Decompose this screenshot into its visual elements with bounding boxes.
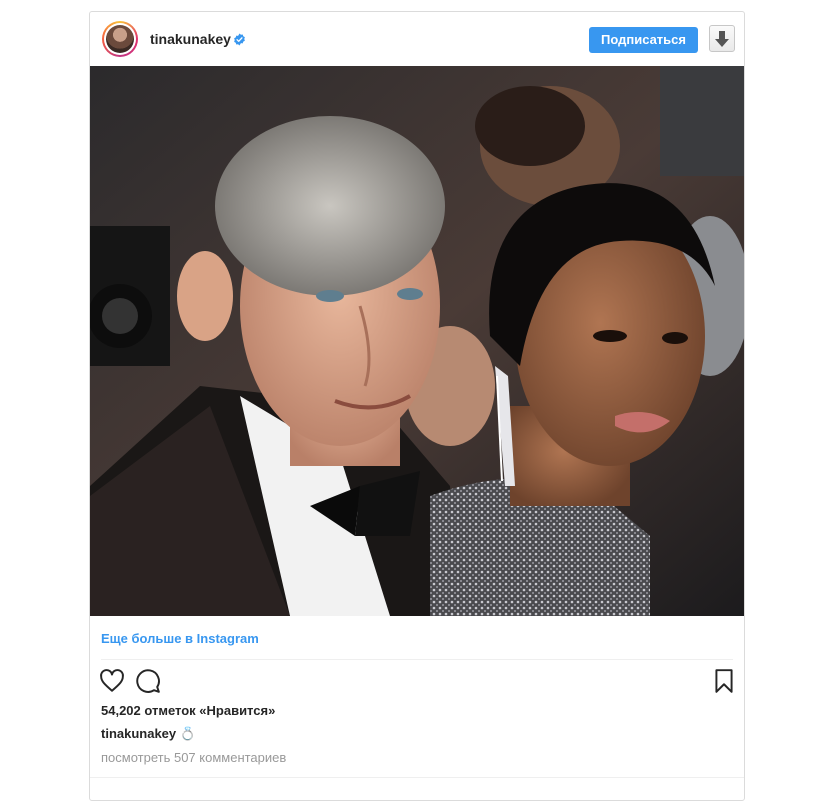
username-link[interactable]: tinakunakey bbox=[150, 31, 231, 47]
likes-count[interactable]: 54,202 отметок «Нравится» bbox=[101, 703, 275, 718]
post-photo[interactable] bbox=[90, 66, 744, 616]
download-button[interactable] bbox=[709, 25, 735, 52]
heart-icon[interactable] bbox=[99, 668, 125, 694]
avatar-image bbox=[106, 25, 134, 53]
photo-image bbox=[90, 66, 744, 616]
download-arrow-icon bbox=[715, 30, 729, 47]
avatar[interactable] bbox=[102, 21, 138, 57]
bookmark-icon[interactable] bbox=[711, 668, 737, 694]
post-header: tinakunakey Подписаться bbox=[90, 12, 744, 66]
follow-button[interactable]: Подписаться bbox=[589, 27, 698, 53]
comment-bubble-icon[interactable] bbox=[135, 668, 161, 694]
divider bbox=[101, 659, 733, 660]
caption-text: 💍 bbox=[179, 726, 196, 741]
caption: tinakunakey 💍 bbox=[101, 726, 196, 742]
instagram-embed-card: tinakunakey Подписаться Еще больше в Ins… bbox=[89, 11, 745, 801]
verified-badge-icon bbox=[234, 33, 245, 46]
view-comments-link[interactable]: посмотреть 507 комментариев bbox=[101, 750, 286, 765]
more-on-instagram-link[interactable]: Еще больше в Instagram bbox=[101, 631, 259, 646]
caption-username[interactable]: tinakunakey bbox=[101, 726, 176, 741]
action-bar bbox=[90, 668, 744, 696]
divider bbox=[90, 777, 744, 778]
